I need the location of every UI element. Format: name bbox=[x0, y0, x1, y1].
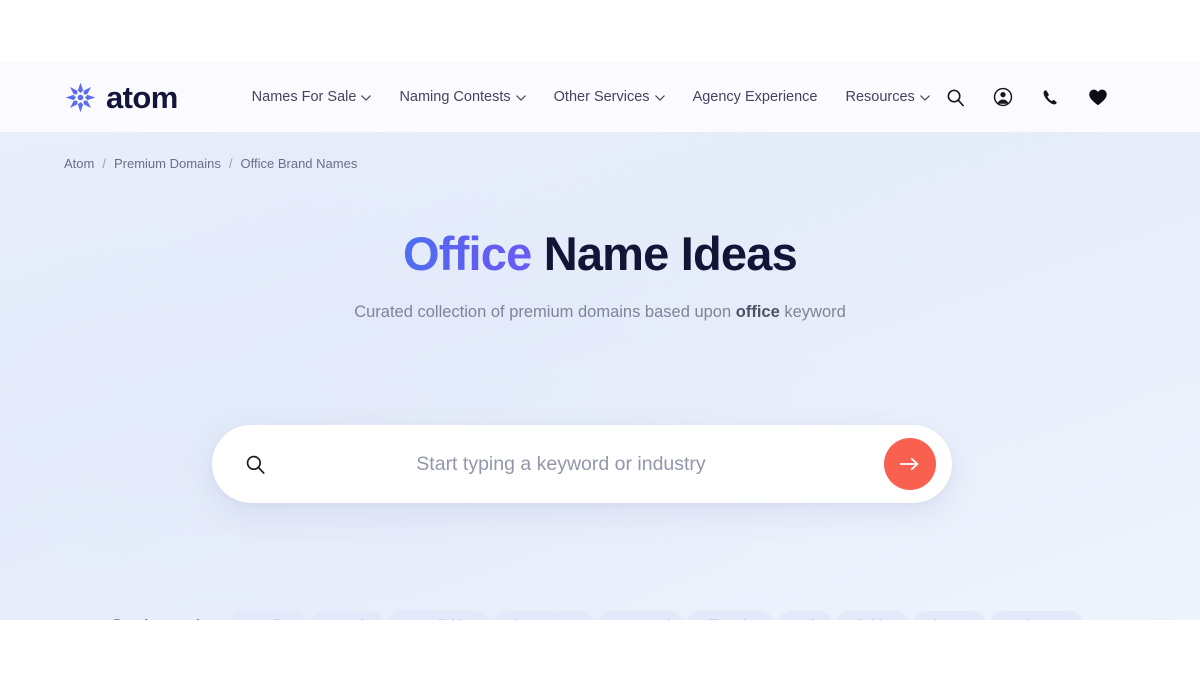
chip-trending[interactable]: Trending bbox=[230, 611, 308, 620]
chip-on-sale[interactable]: On Sale bbox=[311, 611, 385, 620]
search-input[interactable] bbox=[298, 452, 884, 476]
main-navigation: Names For Sale Naming Contests Other Ser… bbox=[252, 89, 930, 105]
chip-clothing[interactable]: Clothing bbox=[835, 611, 910, 620]
breadcrumb-item-atom[interactable]: Atom bbox=[64, 156, 94, 171]
chip-alliteration[interactable]: Alliteration bbox=[687, 611, 775, 620]
chip-finance[interactable]: Finance bbox=[913, 611, 986, 620]
breadcrumb-item-premium-domains[interactable]: Premium Domains bbox=[114, 156, 221, 171]
search-icon bbox=[212, 454, 298, 475]
letterbox-top bbox=[0, 0, 1200, 62]
chip-1-2-syllables[interactable]: 1-2 Syllables bbox=[388, 611, 489, 620]
breadcrumb: Atom / Premium Domains / Office Brand Na… bbox=[64, 156, 357, 171]
letterbox-bottom bbox=[0, 620, 1200, 675]
popular-searches: Popular searches Trending On Sale 1-2 Sy… bbox=[0, 611, 1200, 620]
nav-label: Agency Experience bbox=[692, 89, 818, 105]
nav-item-names-for-sale[interactable]: Names For Sale bbox=[252, 89, 372, 105]
subtitle-keyword: office bbox=[735, 303, 780, 321]
search-bar[interactable] bbox=[212, 425, 952, 503]
chip-real-estate[interactable]: Real Estate bbox=[989, 611, 1083, 620]
account-icon[interactable] bbox=[993, 87, 1013, 107]
search-submit-button[interactable] bbox=[884, 438, 936, 490]
page-title-keyword: Office bbox=[403, 227, 532, 280]
browser-viewport: atom Names For Sale Naming Contests Othe… bbox=[0, 62, 1200, 620]
page-subtitle: Curated collection of premium domains ba… bbox=[0, 303, 1200, 322]
site-header: atom Names For Sale Naming Contests Othe… bbox=[0, 62, 1200, 133]
chip-tech[interactable]: Tech bbox=[778, 611, 832, 620]
chip-one-word[interactable]: One Word bbox=[598, 611, 684, 620]
subtitle-before: Curated collection of premium domains ba… bbox=[354, 303, 736, 321]
site-logo[interactable]: atom bbox=[64, 81, 178, 114]
search-icon[interactable] bbox=[946, 88, 965, 107]
header-icon-group bbox=[946, 87, 1108, 107]
hero-section: Atom / Premium Domains / Office Brand Na… bbox=[0, 133, 1200, 620]
nav-item-agency-experience[interactable]: Agency Experience bbox=[693, 89, 818, 105]
subtitle-after: keyword bbox=[779, 303, 846, 321]
nav-label: Other Services bbox=[553, 89, 650, 105]
breadcrumb-separator: / bbox=[228, 156, 233, 171]
chevron-down-icon bbox=[920, 95, 930, 101]
nav-label: Names For Sale bbox=[251, 89, 357, 105]
chevron-down-icon bbox=[515, 95, 526, 101]
chevron-down-icon bbox=[361, 95, 372, 101]
phone-icon[interactable] bbox=[1041, 88, 1060, 107]
nav-item-other-services[interactable]: Other Services bbox=[554, 89, 665, 105]
breadcrumb-item-current[interactable]: Office Brand Names bbox=[241, 156, 358, 171]
breadcrumb-separator: / bbox=[102, 156, 106, 171]
page-root: atom Names For Sale Naming Contests Othe… bbox=[0, 0, 1200, 675]
nav-item-resources[interactable]: Resources bbox=[846, 89, 930, 105]
atom-star-icon bbox=[65, 82, 96, 112]
chevron-down-icon bbox=[654, 95, 665, 101]
arrow-right-icon bbox=[899, 457, 919, 471]
logo-wordmark: atom bbox=[106, 79, 178, 115]
heart-icon[interactable] bbox=[1088, 88, 1108, 107]
chip-short-names[interactable]: Short Names bbox=[492, 611, 595, 620]
nav-label: Resources bbox=[845, 89, 915, 105]
nav-label: Naming Contests bbox=[399, 89, 511, 105]
page-title: Office Name Ideas bbox=[0, 228, 1200, 280]
nav-item-naming-contests[interactable]: Naming Contests bbox=[399, 89, 526, 105]
page-title-rest: Name Ideas bbox=[531, 227, 798, 280]
